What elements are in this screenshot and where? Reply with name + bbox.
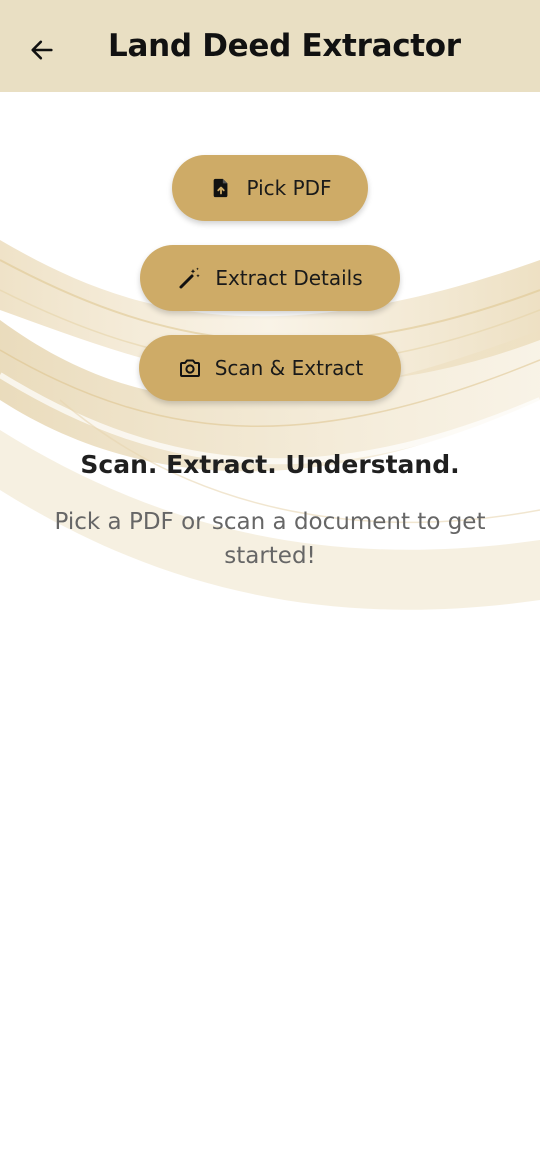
magic-wand-icon xyxy=(177,265,203,291)
file-upload-icon xyxy=(208,175,234,201)
camera-icon xyxy=(177,355,203,381)
extract-details-button[interactable]: Extract Details xyxy=(140,245,400,311)
scan-extract-label: Scan & Extract xyxy=(214,356,364,380)
instruction-text: Pick a PDF or scan a document to get sta… xyxy=(54,509,486,569)
pick-pdf-button[interactable]: Pick PDF xyxy=(172,155,368,221)
extract-details-label: Extract Details xyxy=(215,266,363,290)
back-button[interactable] xyxy=(22,30,62,70)
pick-pdf-label: Pick PDF xyxy=(246,176,332,200)
arrow-left-icon xyxy=(31,40,53,60)
app-bar: Land Deed Extractor xyxy=(0,0,540,92)
scan-extract-button[interactable]: Scan & Extract xyxy=(139,335,401,401)
tagline: Scan. Extract. Understand. xyxy=(80,450,460,479)
page-title: Land Deed Extractor xyxy=(108,28,461,64)
